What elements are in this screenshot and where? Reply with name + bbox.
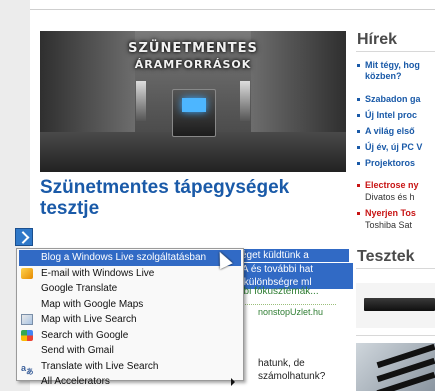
hero-caption-line2: ÁRAMFORRÁSOK [134,58,252,71]
hero-lamp-left [136,81,146,121]
translate-icon: aあ [21,362,34,376]
news-item-highlight[interactable]: Electrose ny [357,180,435,191]
news-item-subtext: Toshiba Sat [365,220,413,230]
bullet-icon [357,98,360,101]
bullet-icon [357,184,360,187]
news-item[interactable]: Mit tégy, hog [357,60,435,71]
google-icon [21,329,33,341]
news-item[interactable]: A világ első [357,126,435,137]
menu-item-label: Map with Live Search [41,314,137,325]
hero-caption-line1: SZÜNETMENTES [128,41,258,56]
menu-item-search-google[interactable]: Search with Google [17,328,243,344]
menu-item-label: Map with Google Maps [41,298,144,310]
tests-divider [356,335,435,336]
windows-live-mail-icon [21,267,33,279]
dotted-divider [236,304,336,305]
accelerator-arrow-icon [16,230,29,244]
live-map-icon [21,314,33,325]
tests-heading: Tesztek [357,248,415,265]
bullet-icon [357,64,360,67]
menu-item-label: Blog a Windows Live szolgáltatásban [41,252,207,263]
news-heading: Hírek [357,31,398,48]
news-divider [356,51,435,52]
news-item[interactable]: Új év, új PC V [357,142,435,153]
bullet-icon [357,146,360,149]
bullet-icon [357,114,360,117]
menu-item-label: Send with Gmail [41,345,114,356]
menu-item-map-google-maps[interactable]: Map with Google Maps [17,297,243,313]
news-item-subtext: Divatos és h [365,192,415,202]
selected-text-line: VA és további hat [236,263,353,276]
article-hero-image[interactable]: SZÜNETMENTES ÁRAMFORRÁSOK [40,31,346,172]
test-thumbnail-device[interactable] [356,283,435,328]
top-divider [30,9,435,10]
news-item-continuation[interactable]: közben? [357,71,435,82]
device-illustration [364,298,435,311]
accelerator-button[interactable] [15,228,33,246]
menu-item-label: E-mail with Windows Live [41,267,155,279]
menu-item-all-accelerators[interactable]: All Accelerators [17,374,243,390]
menu-item-translate-live-search[interactable]: aあ Translate with Live Search [17,359,243,376]
menu-item-label: Google Translate [41,283,118,294]
news-item[interactable]: Szabadon ga [357,94,435,105]
news-item[interactable]: Projektoros [357,158,435,169]
bullet-icon [357,212,360,215]
menu-item-map-live-search[interactable]: Map with Live Search [17,312,243,328]
menu-item-google-translate[interactable]: Google Translate [17,281,243,297]
article-title-link[interactable]: Szünetmentes tápegységek tesztje [40,177,330,219]
teaser-text: hatunk, de [258,358,305,369]
hero-lamp-right [240,81,250,121]
bullet-icon [357,130,360,133]
submenu-arrow-icon [231,378,235,386]
ups-device-illustration [172,89,216,137]
bullet-icon [357,162,360,165]
menu-item-label: All Accelerators [41,376,110,387]
accelerator-menu: Blog a Windows Live szolgáltatásban E-ma… [16,248,244,387]
menu-item-send-gmail[interactable]: Send with Gmail [17,343,243,359]
menu-item-email-windows-live[interactable]: E-mail with Windows Live [17,266,243,282]
menu-item-label: Translate with Live Search [41,360,159,372]
teaser-text: számolhatunk? [258,371,326,382]
tests-divider [356,268,435,269]
selected-text-line: séget küldtünk a [236,249,349,262]
source-link[interactable]: nonstopUzlet.hu [258,307,323,317]
menu-item-label: Search with Google [41,329,129,341]
more-topics-link[interactable]: bbi fókusztémák... [238,286,319,297]
ups-screen [182,98,206,112]
news-item[interactable]: Új Intel proc [357,110,435,121]
news-item-highlight[interactable]: Nyerjen Tos [357,208,435,219]
hero-floor [40,132,346,172]
test-thumbnail-photo[interactable] [356,343,435,391]
menu-item-blog-windows-live[interactable]: Blog a Windows Live szolgáltatásban [19,250,241,266]
